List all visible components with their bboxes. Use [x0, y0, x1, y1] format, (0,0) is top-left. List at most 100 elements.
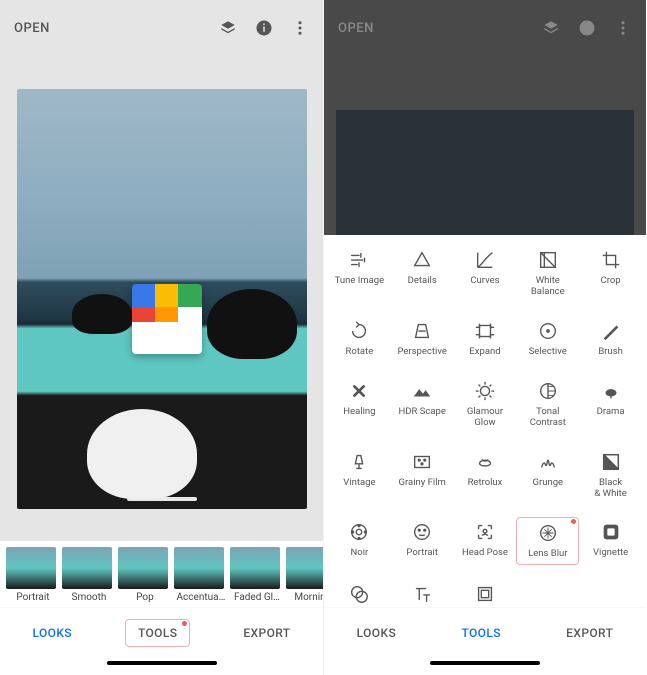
look-item[interactable]: Morning: [286, 547, 323, 603]
tool-label: Head Pose: [462, 548, 508, 559]
white-balance-icon: [537, 249, 559, 271]
tool-label: Expand: [469, 347, 500, 358]
tool-retrolux[interactable]: Retrolux: [454, 447, 517, 504]
tool-frames[interactable]: Frames: [454, 579, 517, 607]
tool-glamour-glow[interactable]: Glamour Glow: [454, 376, 517, 433]
crop-icon: [600, 249, 622, 271]
look-item[interactable]: Accentua…: [174, 547, 228, 603]
grunge-icon: [537, 451, 559, 473]
tool-tonal-contrast[interactable]: Tonal Contrast: [516, 376, 579, 433]
tool-vignette[interactable]: Vignette: [579, 517, 642, 565]
tab-looks[interactable]: LOOKS: [345, 620, 409, 646]
tool-lens-blur[interactable]: Lens Blur: [516, 517, 579, 565]
double-exposure-icon: [348, 583, 370, 605]
text-icon: [411, 583, 433, 605]
home-indicator: [324, 657, 646, 675]
tool-double-exposure[interactable]: Double Exposure: [328, 579, 391, 607]
tool-perspective[interactable]: Perspective: [391, 316, 454, 362]
tool-label: Vintage: [343, 478, 375, 489]
tool-white-balance[interactable]: White Balance: [516, 245, 579, 302]
tool-text[interactable]: Text: [391, 579, 454, 607]
tool-label: Drama: [597, 407, 625, 418]
hdr-scape-icon: [411, 380, 433, 402]
frames-icon: [474, 583, 496, 605]
tool-label: White Balance: [531, 276, 565, 298]
layers-icon: [542, 19, 560, 37]
healing-icon: [348, 380, 370, 402]
retrolux-icon: [474, 451, 496, 473]
more-icon[interactable]: [291, 19, 309, 37]
home-indicator: [0, 657, 323, 675]
tune-image-icon: [348, 249, 370, 271]
tool-label: Rotate: [346, 347, 374, 358]
portrait-icon: [411, 521, 433, 543]
tool-noir[interactable]: Noir: [328, 517, 391, 565]
tool-label: Selective: [529, 347, 567, 358]
tool-brush[interactable]: Brush: [579, 316, 642, 362]
tool-hdr-scape[interactable]: HDR Scape: [391, 376, 454, 433]
tool-label: Grunge: [533, 478, 564, 489]
tool-label: Lens Blur: [528, 549, 567, 560]
tool-healing[interactable]: Healing: [328, 376, 391, 433]
tool-label: Tune Image: [335, 276, 385, 287]
tool-rotate[interactable]: Rotate: [328, 316, 391, 362]
tool-grainy-film[interactable]: Grainy Film: [391, 447, 454, 504]
tool-black-white[interactable]: Black & White: [579, 447, 642, 504]
tab-export[interactable]: EXPORT: [231, 620, 302, 646]
more-icon: [614, 19, 632, 37]
image-canvas[interactable]: [0, 56, 323, 541]
tab-export[interactable]: EXPORT: [554, 620, 625, 646]
noir-icon: [348, 521, 370, 543]
tool-curves[interactable]: Curves: [454, 245, 517, 302]
details-icon: [411, 249, 433, 271]
tool-selective[interactable]: Selective: [516, 316, 579, 362]
tool-label: Brush: [598, 347, 623, 358]
tool-label: Curves: [470, 276, 499, 287]
tool-tune-image[interactable]: Tune Image: [328, 245, 391, 302]
bottom-tabs: LOOKS TOOLS EXPORT: [0, 607, 323, 657]
tool-label: Perspective: [397, 347, 446, 358]
editor-pane: OPEN Portrait Smooth Pop Accentua… Faded…: [0, 0, 323, 675]
tool-label: Noir: [351, 548, 369, 559]
grainy-film-icon: [411, 451, 433, 473]
tool-drama[interactable]: Drama: [579, 376, 642, 433]
lens-blur-icon: [537, 522, 559, 544]
tool-label: Retrolux: [468, 478, 503, 489]
tool-vintage[interactable]: Vintage: [328, 447, 391, 504]
tool-label: Glamour Glow: [467, 407, 503, 429]
look-item[interactable]: Smooth: [62, 547, 116, 603]
brush-icon: [600, 320, 622, 342]
tool-details[interactable]: Details: [391, 245, 454, 302]
vintage-icon: [348, 451, 370, 473]
look-item[interactable]: Faded Gl…: [230, 547, 284, 603]
tool-grunge[interactable]: Grunge: [516, 447, 579, 504]
tool-head-pose[interactable]: Head Pose: [454, 517, 517, 565]
info-icon: [578, 19, 596, 37]
info-icon[interactable]: [255, 19, 273, 37]
drama-icon: [600, 380, 622, 402]
open-button[interactable]: OPEN: [14, 21, 219, 36]
tool-expand[interactable]: Expand: [454, 316, 517, 362]
tool-label: Black & White: [594, 478, 626, 500]
bottom-tabs: LOOKS TOOLS EXPORT: [324, 607, 646, 657]
head-pose-icon: [474, 521, 496, 543]
perspective-icon: [411, 320, 433, 342]
tool-portrait[interactable]: Portrait: [391, 517, 454, 565]
tab-tools[interactable]: TOOLS: [125, 619, 190, 647]
look-item[interactable]: Pop: [118, 547, 172, 603]
black-white-icon: [600, 451, 622, 473]
tool-crop[interactable]: Crop: [579, 245, 642, 302]
glamour-glow-icon: [474, 380, 496, 402]
tab-tools[interactable]: TOOLS: [449, 620, 512, 646]
look-item[interactable]: Portrait: [6, 547, 60, 603]
layers-icon[interactable]: [219, 19, 237, 37]
expand-icon: [474, 320, 496, 342]
tool-label: HDR Scape: [399, 407, 446, 418]
tools-panel: Tune Image Details Curves White Balance Crop…: [324, 235, 646, 607]
tool-label: Crop: [601, 276, 621, 287]
tools-pane: OPEN Tune ImageDetailsCurvesWhite Balanc…: [323, 0, 646, 675]
tab-looks[interactable]: LOOKS: [20, 620, 84, 646]
looks-strip: Portrait Smooth Pop Accentua… Faded Gl… …: [0, 541, 323, 607]
vignette-icon: [600, 521, 622, 543]
rotate-icon: [348, 320, 370, 342]
